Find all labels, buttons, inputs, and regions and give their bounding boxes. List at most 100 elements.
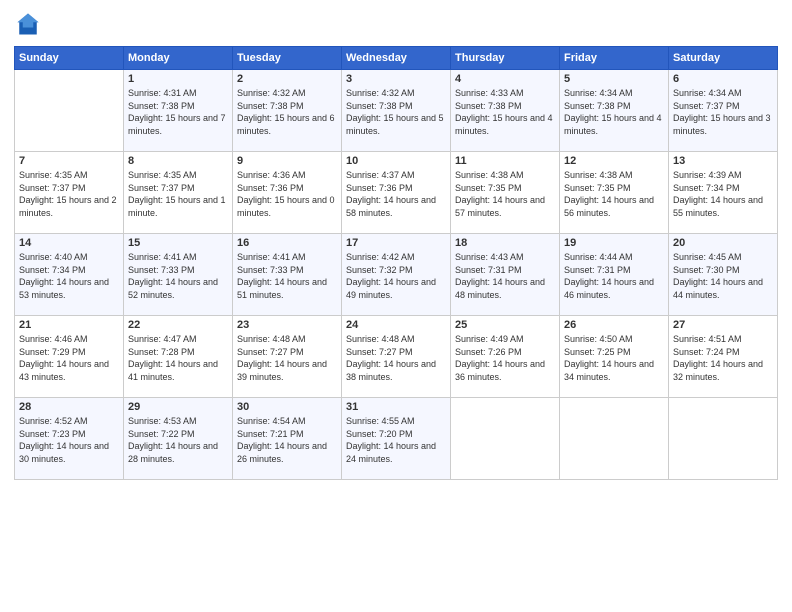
calendar-week-row: 14 Sunrise: 4:40 AMSunset: 7:34 PMDayligh… (15, 234, 778, 316)
cell-content: Sunrise: 4:51 AMSunset: 7:24 PMDaylight:… (673, 333, 773, 383)
day-number: 10 (346, 155, 446, 167)
cell-content: Sunrise: 4:39 AMSunset: 7:34 PMDaylight:… (673, 169, 773, 219)
day-number: 25 (455, 319, 555, 331)
day-number: 21 (19, 319, 119, 331)
cell-content: Sunrise: 4:34 AMSunset: 7:37 PMDaylight:… (673, 87, 773, 137)
cell-content: Sunrise: 4:40 AMSunset: 7:34 PMDaylight:… (19, 251, 119, 301)
header (14, 10, 778, 38)
cell-content: Sunrise: 4:36 AMSunset: 7:36 PMDaylight:… (237, 169, 337, 219)
calendar-header-row: SundayMondayTuesdayWednesdayThursdayFrid… (15, 47, 778, 70)
cell-content: Sunrise: 4:54 AMSunset: 7:21 PMDaylight:… (237, 415, 337, 465)
header-day-monday: Monday (124, 47, 233, 70)
cell-content: Sunrise: 4:41 AMSunset: 7:33 PMDaylight:… (128, 251, 228, 301)
calendar-cell: 14 Sunrise: 4:40 AMSunset: 7:34 PMDayligh… (15, 234, 124, 316)
day-number: 11 (455, 155, 555, 167)
cell-content: Sunrise: 4:43 AMSunset: 7:31 PMDaylight:… (455, 251, 555, 301)
calendar-cell (669, 398, 778, 480)
calendar-cell: 28 Sunrise: 4:52 AMSunset: 7:23 PMDayligh… (15, 398, 124, 480)
calendar-cell: 22 Sunrise: 4:47 AMSunset: 7:28 PMDayligh… (124, 316, 233, 398)
calendar-cell: 5Sunrise: 4:34 AMSunset: 7:38 PMDaylight… (560, 70, 669, 152)
day-number: 14 (19, 237, 119, 249)
calendar-cell (15, 70, 124, 152)
day-number: 8 (128, 155, 228, 167)
day-number: 27 (673, 319, 773, 331)
cell-content: Sunrise: 4:52 AMSunset: 7:23 PMDaylight:… (19, 415, 119, 465)
cell-content: Sunrise: 4:35 AMSunset: 7:37 PMDaylight:… (128, 169, 228, 219)
cell-content: Sunrise: 4:32 AMSunset: 7:38 PMDaylight:… (237, 87, 337, 137)
cell-content: Sunrise: 4:42 AMSunset: 7:32 PMDaylight:… (346, 251, 446, 301)
day-number: 16 (237, 237, 337, 249)
cell-content: Sunrise: 4:48 AMSunset: 7:27 PMDaylight:… (237, 333, 337, 383)
calendar-cell: 6 Sunrise: 4:34 AMSunset: 7:37 PMDaylight… (669, 70, 778, 152)
calendar-cell: 17 Sunrise: 4:42 AMSunset: 7:32 PMDayligh… (342, 234, 451, 316)
day-number: 13 (673, 155, 773, 167)
calendar-cell: 29Sunrise: 4:53 AMSunset: 7:22 PMDayligh… (124, 398, 233, 480)
day-number: 28 (19, 401, 119, 413)
cell-content: Sunrise: 4:33 AMSunset: 7:38 PMDaylight:… (455, 87, 555, 137)
calendar-cell: 3 Sunrise: 4:32 AMSunset: 7:38 PMDaylight… (342, 70, 451, 152)
cell-content: Sunrise: 4:49 AMSunset: 7:26 PMDaylight:… (455, 333, 555, 383)
calendar-cell: 11 Sunrise: 4:38 AMSunset: 7:35 PMDayligh… (451, 152, 560, 234)
day-number: 7 (19, 155, 119, 167)
calendar-cell: 2 Sunrise: 4:32 AMSunset: 7:38 PMDaylight… (233, 70, 342, 152)
calendar-cell: 23Sunrise: 4:48 AMSunset: 7:27 PMDayligh… (233, 316, 342, 398)
header-day-wednesday: Wednesday (342, 47, 451, 70)
header-day-thursday: Thursday (451, 47, 560, 70)
logo-icon (14, 10, 42, 38)
cell-content: Sunrise: 4:38 AMSunset: 7:35 PMDaylight:… (564, 169, 664, 219)
cell-content: Sunrise: 4:32 AMSunset: 7:38 PMDaylight:… (346, 87, 446, 137)
day-number: 6 (673, 73, 773, 85)
day-number: 2 (237, 73, 337, 85)
calendar-cell (560, 398, 669, 480)
day-number: 31 (346, 401, 446, 413)
calendar-cell: 20Sunrise: 4:45 AMSunset: 7:30 PMDayligh… (669, 234, 778, 316)
calendar-cell: 30 Sunrise: 4:54 AMSunset: 7:21 PMDayligh… (233, 398, 342, 480)
day-number: 15 (128, 237, 228, 249)
cell-content: Sunrise: 4:38 AMSunset: 7:35 PMDaylight:… (455, 169, 555, 219)
cell-content: Sunrise: 4:44 AMSunset: 7:31 PMDaylight:… (564, 251, 664, 301)
calendar-week-row: 1Sunrise: 4:31 AMSunset: 7:38 PMDaylight… (15, 70, 778, 152)
cell-content: Sunrise: 4:50 AMSunset: 7:25 PMDaylight:… (564, 333, 664, 383)
day-number: 26 (564, 319, 664, 331)
day-number: 24 (346, 319, 446, 331)
day-number: 19 (564, 237, 664, 249)
calendar-cell: 18 Sunrise: 4:43 AMSunset: 7:31 PMDayligh… (451, 234, 560, 316)
cell-content: Sunrise: 4:45 AMSunset: 7:30 PMDaylight:… (673, 251, 773, 301)
calendar-cell: 31 Sunrise: 4:55 AMSunset: 7:20 PMDayligh… (342, 398, 451, 480)
calendar-cell: 9 Sunrise: 4:36 AMSunset: 7:36 PMDaylight… (233, 152, 342, 234)
header-day-saturday: Saturday (669, 47, 778, 70)
cell-content: Sunrise: 4:47 AMSunset: 7:28 PMDaylight:… (128, 333, 228, 383)
calendar-cell: 26 Sunrise: 4:50 AMSunset: 7:25 PMDayligh… (560, 316, 669, 398)
calendar-cell: 16 Sunrise: 4:41 AMSunset: 7:33 PMDayligh… (233, 234, 342, 316)
day-number: 29 (128, 401, 228, 413)
header-day-sunday: Sunday (15, 47, 124, 70)
calendar-week-row: 7 Sunrise: 4:35 AMSunset: 7:37 PMDaylight… (15, 152, 778, 234)
day-number: 22 (128, 319, 228, 331)
cell-content: Sunrise: 4:35 AMSunset: 7:37 PMDaylight:… (19, 169, 119, 219)
calendar-cell: 21 Sunrise: 4:46 AMSunset: 7:29 PMDayligh… (15, 316, 124, 398)
day-number: 12 (564, 155, 664, 167)
calendar-cell: 10 Sunrise: 4:37 AMSunset: 7:36 PMDayligh… (342, 152, 451, 234)
calendar-week-row: 28 Sunrise: 4:52 AMSunset: 7:23 PMDayligh… (15, 398, 778, 480)
calendar-cell (451, 398, 560, 480)
cell-content: Sunrise: 4:41 AMSunset: 7:33 PMDaylight:… (237, 251, 337, 301)
day-number: 18 (455, 237, 555, 249)
day-number: 3 (346, 73, 446, 85)
cell-content: Sunrise: 4:55 AMSunset: 7:20 PMDaylight:… (346, 415, 446, 465)
logo (14, 10, 46, 38)
calendar-cell: 7 Sunrise: 4:35 AMSunset: 7:37 PMDaylight… (15, 152, 124, 234)
day-number: 30 (237, 401, 337, 413)
cell-content: Sunrise: 4:37 AMSunset: 7:36 PMDaylight:… (346, 169, 446, 219)
calendar-cell: 13 Sunrise: 4:39 AMSunset: 7:34 PMDayligh… (669, 152, 778, 234)
page: SundayMondayTuesdayWednesdayThursdayFrid… (0, 0, 792, 612)
cell-content: Sunrise: 4:46 AMSunset: 7:29 PMDaylight:… (19, 333, 119, 383)
calendar-cell: 24Sunrise: 4:48 AMSunset: 7:27 PMDayligh… (342, 316, 451, 398)
header-day-friday: Friday (560, 47, 669, 70)
calendar-cell: 4Sunrise: 4:33 AMSunset: 7:38 PMDaylight… (451, 70, 560, 152)
calendar-cell: 27 Sunrise: 4:51 AMSunset: 7:24 PMDayligh… (669, 316, 778, 398)
day-number: 17 (346, 237, 446, 249)
day-number: 9 (237, 155, 337, 167)
calendar-cell: 12 Sunrise: 4:38 AMSunset: 7:35 PMDayligh… (560, 152, 669, 234)
calendar-cell: 25 Sunrise: 4:49 AMSunset: 7:26 PMDayligh… (451, 316, 560, 398)
header-day-tuesday: Tuesday (233, 47, 342, 70)
